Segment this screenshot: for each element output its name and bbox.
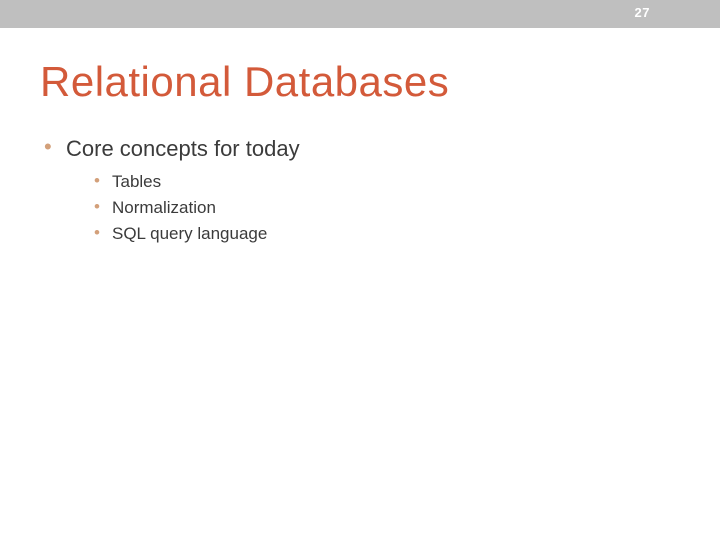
slide-content: Relational Databases Core concepts for t… [0,28,720,244]
slide-title: Relational Databases [40,58,680,106]
bullet-main: Core concepts for today Tables Normaliza… [44,136,680,244]
header-bar: 27 [0,0,720,28]
bullet-sub-2: SQL query language [94,224,680,244]
bullet-main-text: Core concepts for today [66,136,300,161]
bullet-sub-1: Normalization [94,198,680,218]
bullet-list-level1: Core concepts for today Tables Normaliza… [44,136,680,244]
bullet-sub-0: Tables [94,172,680,192]
page-number: 27 [635,5,650,20]
bullet-list-level2: Tables Normalization SQL query language [94,172,680,244]
